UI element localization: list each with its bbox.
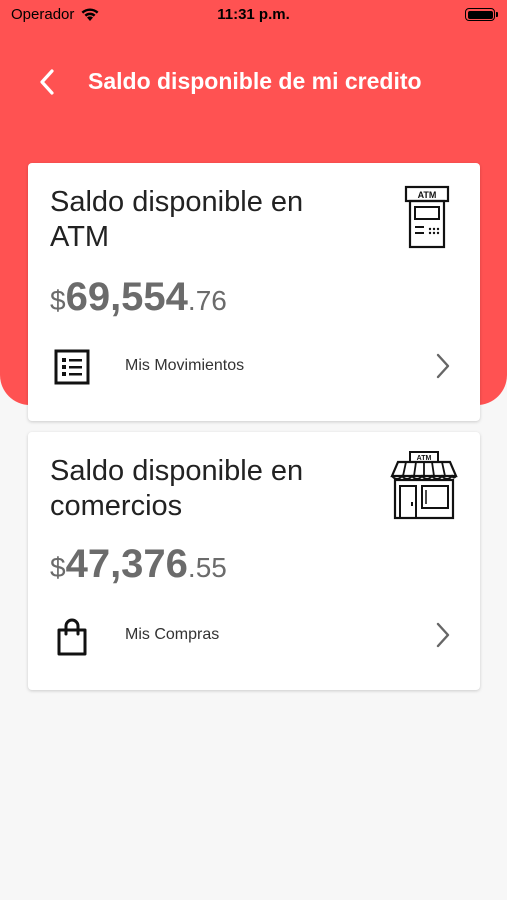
- chevron-right-icon: [434, 352, 452, 385]
- battery-fill: [467, 10, 493, 19]
- atm-icon: ATM: [404, 185, 450, 254]
- page-title: Saldo disponible de mi credito: [88, 68, 422, 94]
- nav-bar: Saldo disponible de mi credito: [0, 55, 507, 109]
- shopping-bag-icon: [54, 618, 90, 661]
- amount-integer: 47,376: [65, 542, 188, 586]
- chevron-right-icon: [434, 621, 452, 654]
- amount-integer: 69,554: [65, 275, 188, 319]
- battery-tip: [496, 12, 498, 17]
- purchases-row[interactable]: Mis Compras: [28, 610, 480, 660]
- currency-symbol: $: [50, 285, 66, 316]
- atm-icon-label: ATM: [418, 190, 437, 200]
- balance-amount: $69,554.76: [50, 275, 227, 320]
- screen: Operador 11:31 p.m. Saldo disponible de …: [0, 0, 507, 900]
- purchases-label: Mis Compras: [125, 626, 220, 643]
- store-icon: ATM: [390, 450, 458, 525]
- card-title: Saldo disponible en ATM: [50, 186, 304, 253]
- list-icon: [54, 349, 90, 390]
- back-button[interactable]: [30, 65, 64, 99]
- movements-row[interactable]: Mis Movimientos: [28, 341, 480, 391]
- status-time: 11:31 p.m.: [217, 6, 290, 23]
- chevron-left-icon: [40, 69, 54, 95]
- balance-amount: $47,376.55: [50, 542, 227, 587]
- atm-balance-card: Saldo disponible en ATM $69,554.76 ATM M…: [28, 163, 480, 421]
- movements-label: Mis Movimientos: [125, 357, 245, 374]
- stores-balance-card: Saldo disponible en comercios $47,376.55…: [28, 432, 480, 690]
- amount-decimal: .55: [187, 552, 227, 583]
- currency-symbol: $: [50, 552, 66, 583]
- card-title: Saldo disponible en comercios: [50, 455, 304, 522]
- amount-decimal: .76: [187, 285, 227, 316]
- battery-icon: [465, 8, 498, 21]
- status-bar: Operador 11:31 p.m.: [0, 0, 507, 32]
